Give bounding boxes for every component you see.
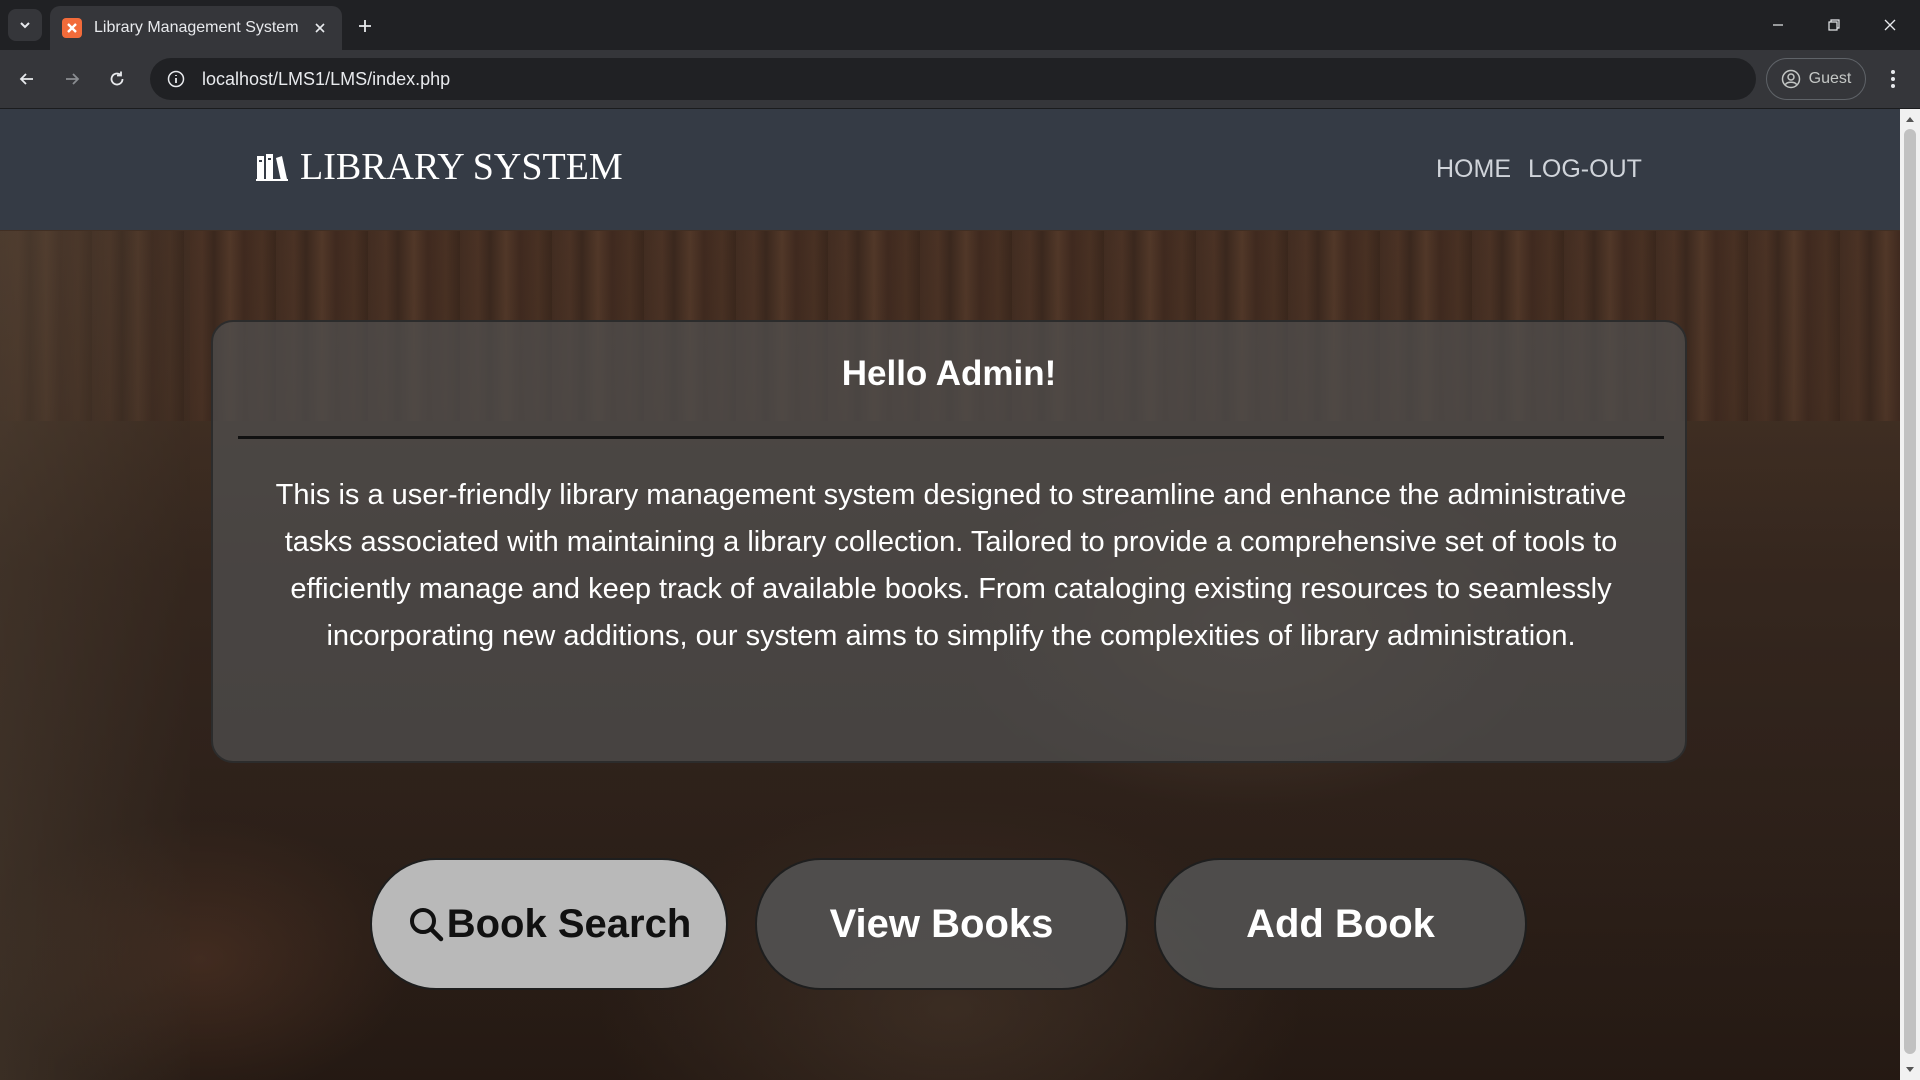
tab-title: Library Management System bbox=[94, 19, 299, 36]
browser-tab-bar: Library Management System bbox=[0, 0, 1920, 50]
minimize-button[interactable] bbox=[1758, 10, 1798, 40]
more-vertical-icon bbox=[1891, 70, 1895, 88]
back-button[interactable] bbox=[12, 64, 42, 94]
add-book-label: Add Book bbox=[1246, 901, 1435, 946]
close-icon[interactable] bbox=[310, 18, 330, 38]
minimize-icon bbox=[1773, 24, 1783, 26]
close-window-button[interactable] bbox=[1870, 10, 1910, 40]
active-tab[interactable]: Library Management System bbox=[50, 6, 342, 50]
close-icon bbox=[1884, 19, 1896, 31]
reload-button[interactable] bbox=[102, 64, 132, 94]
welcome-description: This is a user-friendly library manageme… bbox=[275, 479, 1627, 652]
nav-home-link[interactable]: HOME bbox=[1436, 155, 1511, 184]
library-books-icon bbox=[256, 154, 288, 181]
scrollbar-thumb[interactable] bbox=[1904, 129, 1916, 1054]
chevron-down-icon bbox=[20, 22, 30, 29]
restore-icon bbox=[1828, 19, 1840, 31]
forward-button[interactable] bbox=[57, 64, 87, 94]
site-header: LIBRARY SYSTEM HOME LOG-OUT bbox=[0, 109, 1900, 230]
address-bar[interactable]: localhost/LMS1/LMS/index.php bbox=[150, 58, 1756, 100]
account-circle-icon bbox=[1781, 69, 1800, 89]
profile-label: Guest bbox=[1808, 70, 1852, 87]
page-viewport: LIBRARY SYSTEM HOME LOG-OUT Hello Admin!… bbox=[0, 109, 1900, 1080]
brand-title: LIBRARY SYSTEM bbox=[300, 146, 623, 188]
reload-icon bbox=[110, 71, 124, 86]
arrow-left-icon bbox=[19, 73, 33, 85]
view-books-label: View Books bbox=[829, 901, 1054, 946]
welcome-title: Hello Admin! bbox=[841, 354, 1057, 393]
url-text[interactable]: localhost/LMS1/LMS/index.php bbox=[202, 69, 450, 90]
restore-button[interactable] bbox=[1814, 10, 1854, 40]
welcome-card: Hello Admin! This is a user-friendly lib… bbox=[211, 320, 1687, 763]
profile-button[interactable]: Guest bbox=[1766, 58, 1866, 100]
nav-logout-link[interactable]: LOG-OUT bbox=[1528, 155, 1642, 184]
add-book-button[interactable]: Add Book bbox=[1154, 858, 1527, 990]
page-scrollbar[interactable] bbox=[1900, 109, 1920, 1080]
brand[interactable]: LIBRARY SYSTEM bbox=[256, 145, 623, 189]
welcome-divider bbox=[238, 436, 1664, 439]
book-search-label: Book Search bbox=[446, 901, 692, 946]
scroll-down-arrow-icon[interactable] bbox=[1904, 1064, 1916, 1076]
tab-search-button[interactable] bbox=[8, 9, 42, 41]
browser-toolbar: localhost/LMS1/LMS/index.php Guest bbox=[0, 50, 1920, 109]
info-icon[interactable] bbox=[164, 67, 188, 91]
book-search-button[interactable]: Book Search bbox=[370, 858, 728, 990]
plus-icon bbox=[359, 20, 371, 32]
arrow-right-icon bbox=[66, 73, 80, 85]
browser-menu-button[interactable] bbox=[1878, 64, 1908, 94]
scroll-up-arrow-icon[interactable] bbox=[1904, 113, 1916, 125]
magnifier-icon bbox=[409, 908, 443, 942]
view-books-button[interactable]: View Books bbox=[755, 858, 1128, 990]
new-tab-button[interactable] bbox=[352, 13, 378, 39]
xampp-favicon-icon bbox=[62, 18, 82, 38]
